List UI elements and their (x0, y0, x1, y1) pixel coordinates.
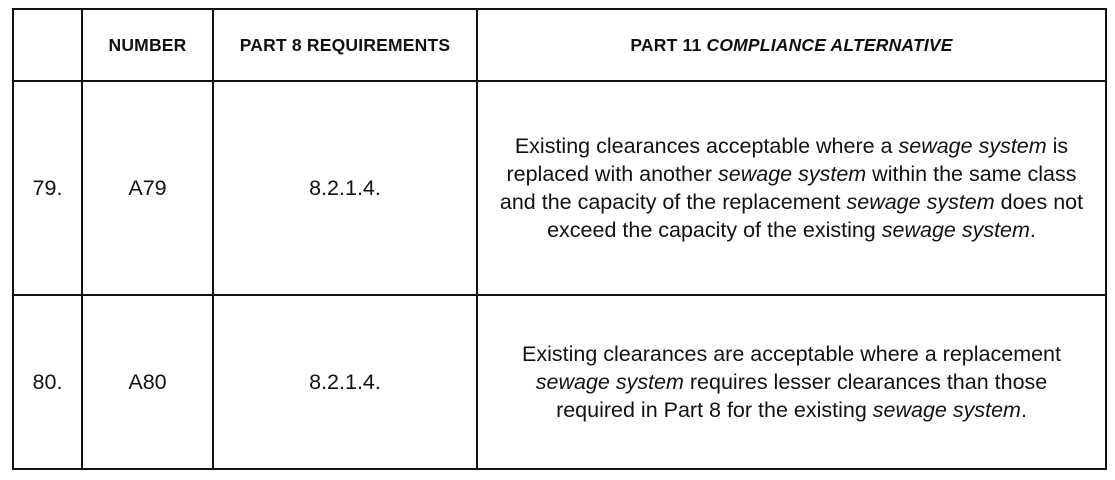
compliance-alternative-text: Existing clearances are acceptable where… (496, 340, 1087, 424)
header-part11-italic: COMPLIANCE ALTERNATIVE (706, 34, 953, 55)
row-part8-requirement: 8.2.1.4. (212, 294, 478, 470)
compliance-alternative-text: Existing clearances acceptable where a s… (496, 132, 1087, 244)
text-segment: . (1020, 398, 1027, 422)
text-segment: . (1029, 218, 1036, 242)
italic-term: sewage system (535, 370, 684, 394)
row-index: 80. (12, 294, 83, 470)
header-part11-prefix: PART 11 (630, 34, 707, 55)
header-number: NUMBER (81, 8, 214, 82)
table-row: 80. A80 8.2.1.4. Existing clearances are… (12, 294, 1107, 470)
text-segment: Existing clearances are acceptable where… (522, 342, 1061, 366)
italic-term: sewage system (846, 190, 995, 214)
row-number: A80 (81, 294, 214, 470)
row-index: 79. (12, 80, 83, 296)
row-compliance-alternative: Existing clearances are acceptable where… (476, 294, 1107, 470)
text-segment: Existing clearances acceptable where a (514, 134, 899, 158)
italic-term: sewage system (872, 398, 1021, 422)
italic-term: sewage system (718, 162, 867, 186)
header-part8-requirements: PART 8 REQUIREMENTS (212, 8, 478, 82)
header-index (12, 8, 83, 82)
row-compliance-alternative: Existing clearances acceptable where a s… (476, 80, 1107, 296)
italic-term: sewage system (881, 218, 1030, 242)
italic-term: sewage system (898, 134, 1047, 158)
row-number: A79 (81, 80, 214, 296)
row-part8-requirement: 8.2.1.4. (212, 80, 478, 296)
table-header-row: NUMBER PART 8 REQUIREMENTS PART 11 COMPL… (12, 8, 1107, 82)
table-row: 79. A79 8.2.1.4. Existing clearances acc… (12, 80, 1107, 296)
header-part11-compliance-alternative: PART 11 COMPLIANCE ALTERNATIVE (476, 8, 1107, 82)
compliance-alternatives-table: NUMBER PART 8 REQUIREMENTS PART 11 COMPL… (12, 8, 1107, 470)
